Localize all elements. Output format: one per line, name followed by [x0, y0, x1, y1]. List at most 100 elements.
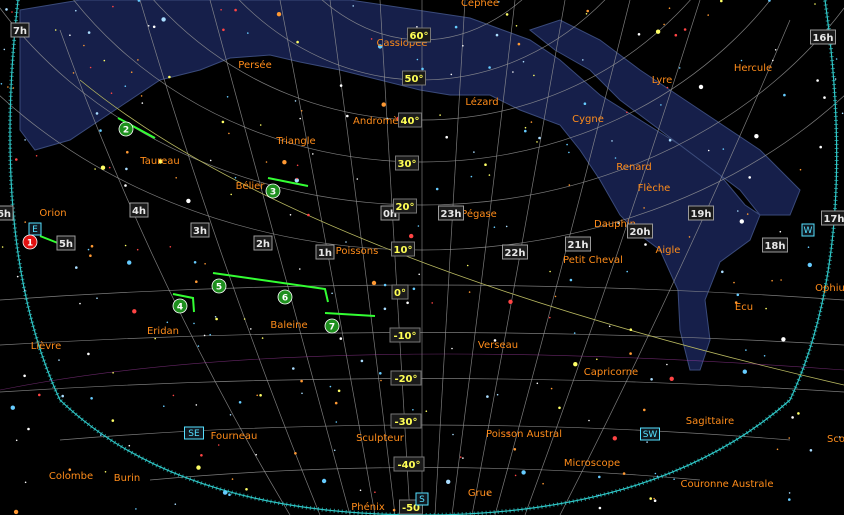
constellation-label[interactable]: Taureau: [139, 156, 179, 167]
constellation-label[interactable]: Fourneau: [211, 431, 258, 442]
star: [12, 87, 15, 89]
star: [649, 497, 652, 500]
object-marker[interactable]: 6: [277, 289, 293, 305]
star: [435, 187, 439, 191]
star: [307, 213, 310, 217]
constellation-label[interactable]: Grue: [468, 488, 492, 499]
svg-text:SE: SE: [188, 429, 200, 439]
dec-label: 60°: [407, 27, 431, 43]
star: [35, 155, 38, 157]
star: [152, 25, 156, 29]
constellation-label[interactable]: Aigle: [656, 245, 681, 256]
star: [780, 279, 782, 281]
star: [87, 31, 91, 34]
star: [807, 262, 812, 268]
star: [614, 157, 617, 159]
constellation-label[interactable]: Petit Cheval: [563, 255, 623, 266]
star: [814, 3, 816, 5]
star: [352, 5, 355, 7]
star: [234, 8, 237, 12]
star: [392, 508, 396, 512]
cardinal-point: SE: [184, 426, 204, 440]
star: [135, 508, 137, 510]
star: [200, 454, 203, 457]
object-marker[interactable]: 3: [265, 183, 281, 199]
star: [292, 367, 295, 370]
constellation-label[interactable]: Sagittaire: [686, 416, 734, 427]
constellation-label[interactable]: Ophiu: [815, 283, 844, 294]
constellation-label[interactable]: Microscope: [564, 458, 620, 469]
star: [598, 475, 601, 479]
constellation-label[interactable]: Flèche: [638, 182, 671, 194]
constellation-label[interactable]: Céphée: [461, 0, 499, 9]
constellation-label[interactable]: Poissons: [336, 246, 379, 257]
constellation-label[interactable]: Colombe: [49, 471, 93, 482]
svg-text:5: 5: [216, 283, 222, 293]
constellation-label[interactable]: Orion: [39, 208, 66, 219]
svg-text:-40°: -40°: [397, 460, 420, 471]
star: [809, 449, 813, 452]
constellation-label[interactable]: Hercule: [734, 63, 772, 74]
star: [24, 289, 26, 292]
constellation-label[interactable]: Burin: [114, 473, 140, 484]
constellation-label[interactable]: Triangle: [275, 136, 315, 147]
svg-text:40°: 40°: [401, 116, 420, 127]
svg-text:3h: 3h: [193, 226, 207, 237]
star: [653, 499, 657, 503]
ra-label: 5h: [56, 235, 76, 251]
star: [54, 29, 57, 31]
dec-label: 10°: [391, 241, 415, 257]
constellation-label[interactable]: Lièvre: [31, 340, 61, 352]
star: [370, 38, 373, 40]
object-marker[interactable]: 7: [324, 318, 340, 334]
star: [126, 150, 129, 154]
star: [698, 84, 704, 90]
star: [104, 471, 107, 473]
star: [137, 59, 139, 61]
object-marker[interactable]: 2: [118, 121, 134, 137]
star: [197, 345, 200, 347]
sky-map[interactable]: CéphéeCassiopéePerséeAndromèdeLézardCygn…: [0, 0, 844, 515]
object-marker[interactable]: 4: [172, 298, 188, 314]
constellation-label[interactable]: Poisson Austral: [486, 429, 562, 440]
constellation-label[interactable]: Lyre: [652, 75, 673, 86]
star: [586, 9, 589, 13]
star: [87, 248, 90, 251]
constellation-label[interactable]: Phénix: [351, 501, 385, 513]
svg-text:5h: 5h: [59, 239, 73, 250]
cardinal-point: W: [801, 223, 815, 237]
constellation-label[interactable]: Renard: [616, 162, 651, 173]
constellation-label[interactable]: Sculpteur: [356, 433, 405, 444]
constellation-label[interactable]: Capricorne: [584, 367, 638, 378]
star: [765, 307, 767, 310]
constellation-label[interactable]: Couronne Australe: [681, 479, 774, 490]
constellation-label[interactable]: Bélier: [236, 180, 266, 192]
star: [446, 479, 451, 484]
star: [221, 120, 225, 124]
star: [597, 494, 600, 497]
constellation-label[interactable]: Persée: [238, 59, 271, 71]
star: [300, 379, 303, 383]
constellation-label[interactable]: Verseau: [478, 340, 518, 351]
star: [431, 302, 434, 304]
star: [816, 79, 819, 82]
object-marker[interactable]: 1: [22, 234, 38, 250]
constellation-label[interactable]: Lézard: [465, 96, 498, 108]
star: [13, 509, 19, 515]
star: [470, 175, 473, 178]
star: [99, 129, 102, 132]
star: [554, 295, 557, 298]
star: [72, 72, 75, 74]
constellation-label[interactable]: Sco: [827, 434, 844, 445]
star: [371, 280, 377, 286]
star: [748, 176, 751, 179]
star: [265, 161, 268, 163]
svg-text:-30°: -30°: [394, 417, 417, 428]
constellation-label[interactable]: Pégase: [461, 208, 497, 220]
constellation-label[interactable]: Eridan: [147, 326, 179, 337]
object-marker[interactable]: 5: [211, 278, 227, 294]
constellation-label[interactable]: Cygne: [572, 114, 604, 125]
constellation-label[interactable]: Ecu: [735, 302, 753, 313]
constellation-label[interactable]: Baleine: [270, 320, 307, 331]
star: [549, 270, 551, 273]
